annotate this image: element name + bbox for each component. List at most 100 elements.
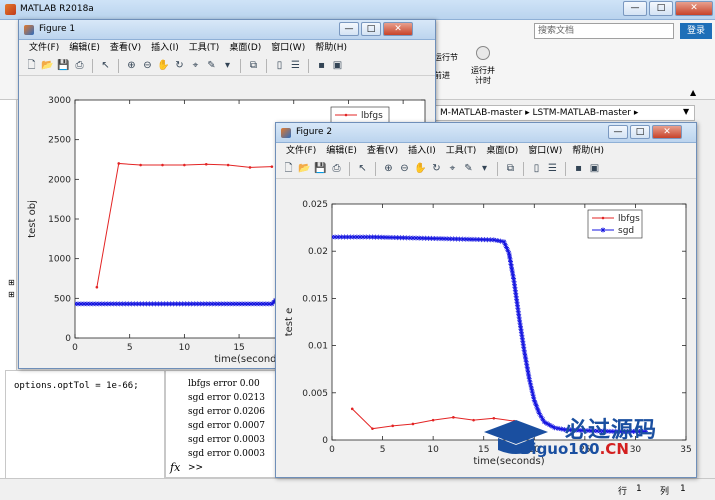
zoom-in-icon[interactable]: ⊕ [125,59,138,72]
pointer-icon[interactable]: ↖ [356,162,369,175]
new-figure-icon[interactable]: 🗋 [25,59,38,72]
expand-node-icon[interactable]: ⊞ [8,290,15,299]
pointer-icon[interactable]: ↖ [99,59,112,72]
y-tick-label: 500 [54,294,71,304]
menu-help[interactable]: 帮助(H) [315,40,347,56]
legend-icon[interactable]: ☰ [289,59,302,72]
open-icon[interactable]: 📂 [41,59,54,72]
new-figure-icon[interactable]: 🗋 [282,162,295,175]
current-folder-path[interactable]: M-MATLAB-master ▸ LSTM-MATLAB-master ▸ [435,105,695,121]
open-icon[interactable]: 📂 [298,162,311,175]
menu-desktop[interactable]: 桌面(D) [229,40,261,56]
menu-insert[interactable]: 插入(I) [151,40,179,56]
pan-icon[interactable]: ✋ [157,59,170,72]
figure-2-maximize-button[interactable]: □ [630,125,650,139]
data-point-lbfgs [371,427,374,430]
expand-node-icon[interactable]: ⊞ [8,278,15,287]
close-button[interactable]: ✕ [675,1,713,16]
menu-view[interactable]: 查看(V) [110,40,141,56]
hide-plot-tools-icon[interactable]: ▪ [572,162,585,175]
dropdown-icon[interactable]: ▾ [478,162,491,175]
zoom-out-icon[interactable]: ⊖ [398,162,411,175]
figure-2-title: Figure 2 [296,127,333,137]
figure-icon [281,128,291,138]
save-icon[interactable]: 💾 [314,162,327,175]
figure-1-title: Figure 1 [39,24,76,34]
menu-edit[interactable]: 编辑(E) [69,40,100,56]
figure-2-toolbar: 🗋 📂 💾 ⎙ ↖ ⊕ ⊖ ✋ ↻ ⌖ ✎ ▾ ⧉ ▯ ☰ ▪ ▣ [276,159,696,179]
run-and-time-icon[interactable] [476,46,490,60]
search-input[interactable]: 搜索文档 [534,23,674,39]
figure-1-toolbar: 🗋 📂 💾 ⎙ ↖ ⊕ ⊖ ✋ ↻ ⌖ ✎ ▾ ⧉ ▯ ☰ ▪ ▣ [19,56,435,76]
command-output-line: sgd error 0.0206 [188,407,266,417]
legend-icon[interactable]: ☰ [546,162,559,175]
legend-marker-lbfgs [601,216,605,220]
data-point-lbfgs [161,163,164,167]
y-tick-label: 2500 [48,136,71,146]
menu-view[interactable]: 查看(V) [367,143,398,159]
save-icon[interactable]: 💾 [57,59,70,72]
function-browser-icon[interactable]: fx [170,461,180,474]
menu-tools[interactable]: 工具(T) [446,143,477,159]
path-dropdown-icon[interactable]: ▼ [683,107,689,116]
login-button[interactable]: 登录 [680,23,712,39]
menu-edit[interactable]: 编辑(E) [326,143,357,159]
print-icon[interactable]: ⎙ [73,59,86,72]
menu-help[interactable]: 帮助(H) [572,143,604,159]
colorbar-icon[interactable]: ▯ [530,162,543,175]
figure-2-close-button[interactable]: ✕ [652,125,682,139]
command-output-line: lbfgs error 0.00 [188,379,260,389]
brush-icon[interactable]: ✎ [462,162,475,175]
rotate-icon[interactable]: ↻ [173,59,186,72]
status-col-label: 列 [660,487,670,497]
link-plot-icon[interactable]: ⧉ [247,59,260,72]
y-tick-label: 0.015 [302,294,328,304]
command-prompt[interactable]: >> [188,463,203,473]
figure-2-title-bar[interactable]: Figure 2 — □ ✕ [276,123,696,143]
matlab-title-bar: MATLAB R2018a — □ ✕ [0,0,715,20]
brush-icon[interactable]: ✎ [205,59,218,72]
command-window[interactable]: lbfgs error 0.00 sgd error 0.0213 sgd er… [165,370,277,478]
legend-label-lbfgs: lbfgs [618,214,640,224]
figure-1-title-bar[interactable]: Figure 1 — □ ✕ [19,20,435,40]
menu-insert[interactable]: 插入(I) [408,143,436,159]
link-plot-icon[interactable]: ⧉ [504,162,517,175]
y-axis-label: test obj [27,200,38,238]
zoom-out-icon[interactable]: ⊖ [141,59,154,72]
menu-window[interactable]: 窗口(W) [528,143,562,159]
x-tick-label: 10 [179,343,191,353]
legend-label-lbfgs: lbfgs [361,111,383,121]
maximize-button[interactable]: □ [649,1,673,16]
figure-1-maximize-button[interactable]: □ [361,22,381,36]
menu-file[interactable]: 文件(F) [286,143,316,159]
minimize-button[interactable]: — [623,1,647,16]
show-plot-tools-icon[interactable]: ▣ [588,162,601,175]
zoom-in-icon[interactable]: ⊕ [382,162,395,175]
ribbon-collapse-icon[interactable]: ▲ [690,88,696,97]
data-cursor-icon[interactable]: ⌖ [189,59,202,72]
data-cursor-icon[interactable]: ⌖ [446,162,459,175]
rotate-icon[interactable]: ↻ [430,162,443,175]
y-tick-label: 0.02 [308,247,328,257]
show-plot-tools-icon[interactable]: ▣ [331,59,344,72]
figure-1-minimize-button[interactable]: — [339,22,359,36]
data-point-lbfgs [350,407,354,411]
ribbon-run-and-time-button[interactable]: 运行并 计时 [468,66,498,86]
ribbon-run-section-button[interactable]: 运行节 [434,52,458,63]
print-icon[interactable]: ⎙ [330,162,343,175]
menu-window[interactable]: 窗口(W) [271,40,305,56]
menu-tools[interactable]: 工具(T) [189,40,220,56]
data-point-lbfgs [452,416,455,419]
y-tick-label: 0.005 [302,389,328,399]
figure-2-minimize-button[interactable]: — [608,125,628,139]
dropdown-icon[interactable]: ▾ [221,59,234,72]
figure-1-close-button[interactable]: ✕ [383,22,413,36]
menu-file[interactable]: 文件(F) [29,40,59,56]
menu-desktop[interactable]: 桌面(D) [486,143,518,159]
hide-plot-tools-icon[interactable]: ▪ [315,59,328,72]
status-bar: 行 1 列 1 [0,478,715,500]
colorbar-icon[interactable]: ▯ [273,59,286,72]
x-tick-label: 0 [329,445,335,455]
pan-icon[interactable]: ✋ [414,162,427,175]
ribbon-forward-button[interactable]: 前进 [434,70,450,81]
